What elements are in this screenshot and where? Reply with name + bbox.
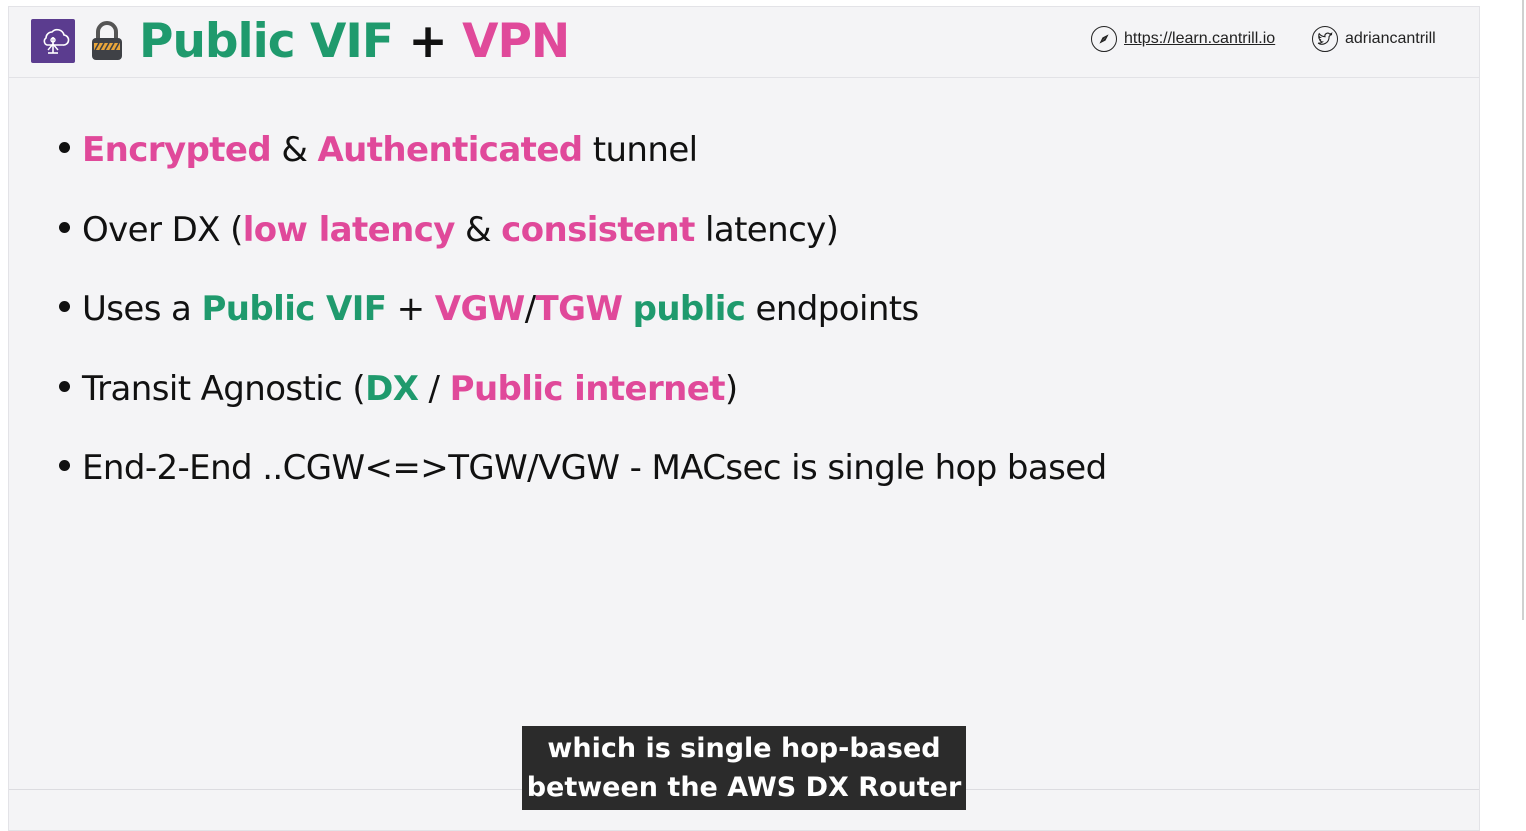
- slide: Public VIF + VPN https://learn.cantrill.…: [8, 6, 1480, 831]
- bullet-uses-public-vif: Uses a Public VIF + VGW/TGW public endpo…: [59, 278, 1107, 358]
- text-tgw: TGW: [535, 289, 623, 329]
- text-and: &: [454, 209, 502, 250]
- twitter-handle[interactable]: adriancantrill: [1345, 30, 1436, 48]
- text-low-latency: low latency: [242, 209, 456, 250]
- page-title: Public VIF + VPN: [139, 10, 570, 74]
- caption-line-1: which is single hop-based: [547, 733, 941, 764]
- course-link[interactable]: https://learn.cantrill.io: [1091, 26, 1275, 52]
- text-slash: /: [418, 368, 450, 409]
- compass-icon: [1091, 26, 1117, 52]
- text-latency: latency): [694, 209, 839, 250]
- text-transit-agnostic: Transit Agnostic (: [82, 368, 366, 409]
- text-public-vif: Public VIF: [201, 289, 387, 329]
- caption-line-2: between the AWS DX Router: [526, 772, 962, 803]
- bullet-end-to-end: End-2-End ..CGW<=>TGW/VGW - MACsec is si…: [59, 437, 1107, 517]
- title-part-vpn: VPN: [462, 14, 570, 69]
- bullet-dot: [59, 221, 70, 233]
- bullet-dot: [59, 301, 70, 312]
- text-public: public: [632, 289, 746, 329]
- text-slash: /: [524, 289, 536, 329]
- text-close-paren: ): [724, 368, 738, 409]
- text-end-to-end: End-2-End ..CGW<=>TGW/VGW - MACsec is si…: [82, 448, 1107, 488]
- title-part-public-vif: Public VIF: [139, 14, 394, 69]
- text-tunnel: tunnel: [582, 130, 698, 170]
- text-over-dx: Over DX (: [82, 209, 243, 250]
- bullet-transit-agnostic: Transit Agnostic (DX / Public internet): [59, 358, 1107, 438]
- video-caption: which is single hop-based between the AW…: [522, 726, 966, 810]
- text-vgw: VGW: [434, 289, 526, 329]
- text-authenticated: Authenticated: [317, 130, 583, 170]
- text-uses-a: Uses a: [82, 289, 202, 329]
- twitter-link[interactable]: adriancantrill: [1312, 26, 1436, 52]
- text-public-internet: Public internet: [449, 368, 726, 409]
- aws-direct-connect-icon: [31, 19, 75, 63]
- twitter-icon: [1312, 26, 1338, 52]
- bullet-dot: [59, 142, 70, 153]
- slide-header: Public VIF + VPN https://learn.cantrill.…: [9, 7, 1479, 78]
- title-part-plus: +: [392, 14, 463, 69]
- bullet-dot: [59, 460, 70, 471]
- text-consistent: consistent: [501, 209, 695, 250]
- padlock-icon: [89, 19, 125, 63]
- text-endpoints: endpoints: [745, 289, 920, 329]
- text-and: &: [271, 130, 318, 170]
- window-edge: [1522, 0, 1524, 620]
- text-dx: DX: [365, 368, 419, 409]
- course-url[interactable]: https://learn.cantrill.io: [1124, 30, 1275, 48]
- bullet-list: Encrypted & Authenticated tunnel Over DX…: [59, 119, 1107, 517]
- bullet-over-dx: Over DX (low latency & consistent latenc…: [59, 199, 1107, 279]
- text-encrypted: Encrypted: [82, 130, 272, 170]
- bullet-encrypted-tunnel: Encrypted & Authenticated tunnel: [59, 119, 1107, 199]
- text-space: [622, 289, 632, 329]
- bullet-dot: [59, 380, 70, 392]
- text-plus: +: [386, 289, 435, 329]
